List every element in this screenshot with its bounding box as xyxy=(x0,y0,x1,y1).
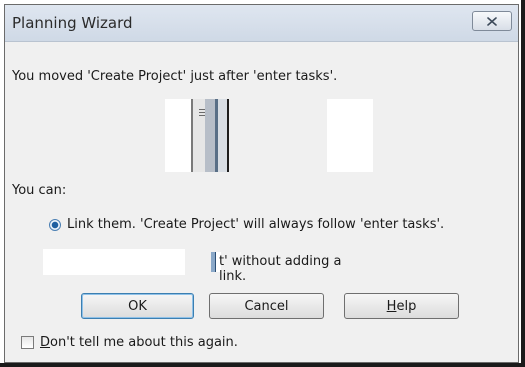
title-bar[interactable]: Planning Wizard xyxy=(5,5,518,42)
close-button[interactable] xyxy=(472,11,512,31)
close-icon xyxy=(487,16,497,26)
option-link-tasks[interactable]: Link them. 'Create Project' will always … xyxy=(49,217,444,232)
move-option-label: t' without adding a link. xyxy=(219,254,342,284)
dont-tell-checkbox[interactable] xyxy=(21,336,34,349)
option-move-without-link[interactable]: t' without adding a link. xyxy=(43,249,363,284)
dont-tell-option[interactable]: Don't tell me about this again. xyxy=(21,335,238,350)
link-radio-button[interactable] xyxy=(49,218,61,231)
task-bar-graphic xyxy=(191,99,229,172)
planning-wizard-dialog: Planning Wizard You moved 'Create Projec… xyxy=(4,4,519,363)
move-illustration xyxy=(165,99,373,172)
help-button[interactable]: Help xyxy=(344,293,459,319)
cancel-button[interactable]: Cancel xyxy=(209,293,324,319)
help-label: elp xyxy=(396,298,417,314)
dialog-title: Planning Wizard xyxy=(12,14,133,32)
illustration-panel-right xyxy=(327,99,373,172)
ok-button[interactable]: OK xyxy=(81,293,194,319)
illustration-panel-left xyxy=(165,99,191,172)
dont-tell-label: Don't tell me about this again. xyxy=(40,335,238,350)
move-message: You moved 'Create Project' just after 'e… xyxy=(12,69,338,84)
help-mnemonic: H xyxy=(386,298,397,314)
options-heading: You can: xyxy=(12,183,67,198)
grip-lines-icon xyxy=(199,109,205,118)
link-option-label: Link them. 'Create Project' will always … xyxy=(67,217,445,232)
obscured-option-area xyxy=(43,249,185,275)
